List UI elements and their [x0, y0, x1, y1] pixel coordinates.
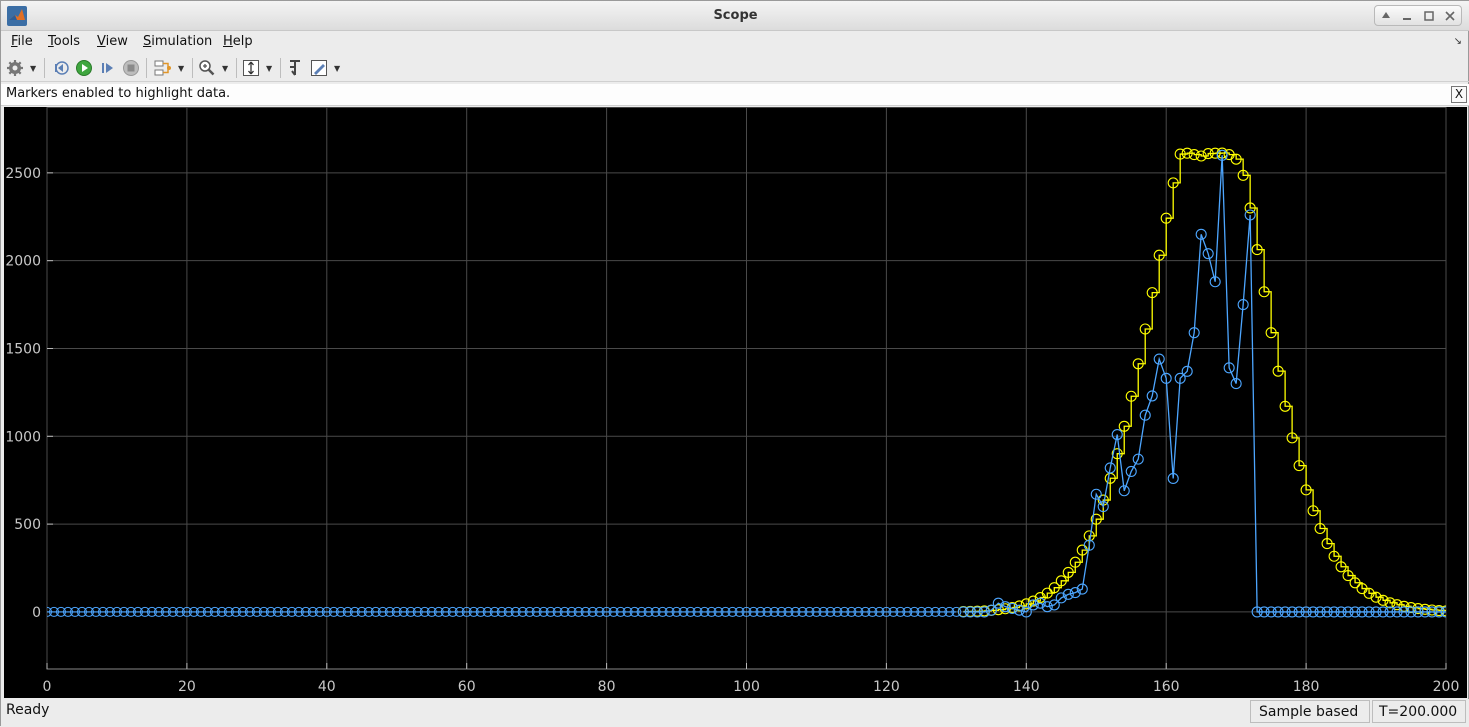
- minimize-button[interactable]: [1398, 8, 1416, 24]
- toolbar-separator: [146, 58, 147, 78]
- status-text: Ready: [6, 702, 50, 718]
- y-tick-label: 0: [32, 605, 41, 621]
- toolbar: ▼ ▼ ▼ ▼ ▼: [1, 54, 1469, 82]
- toolbar-separator: [280, 58, 281, 78]
- highlight-icon: [311, 60, 327, 76]
- scope-window: Scope File Tools View Simulation Help ↘: [0, 0, 1469, 727]
- menu-bar: File Tools View Simulation Help ↘: [1, 32, 1469, 54]
- info-message: Markers enabled to highlight data.: [6, 86, 231, 101]
- toolbar-separator: [44, 58, 45, 78]
- close-button[interactable]: [1441, 8, 1459, 24]
- window-title: Scope: [713, 8, 758, 23]
- x-tick-label: 120: [873, 679, 900, 695]
- maximize-icon: [1424, 10, 1434, 21]
- menu-simulation[interactable]: Simulation: [143, 34, 212, 49]
- keep-above-button[interactable]: [1377, 8, 1395, 24]
- scope-plot[interactable]: 0 500 1000 1500 2000 2500 0 20 40 60 80 100 120 140 1…: [4, 107, 1467, 698]
- status-bar: Ready Sample based T=200.000: [1, 699, 1469, 727]
- step-forward-icon: [102, 63, 113, 73]
- autoscale-dropdown-icon[interactable]: ▼: [266, 64, 272, 73]
- x-tick-label: 40: [318, 679, 336, 695]
- menu-view[interactable]: View: [97, 34, 128, 49]
- maximize-button[interactable]: [1420, 8, 1438, 24]
- info-close-button[interactable]: X: [1451, 86, 1467, 103]
- x-tick-label: 20: [178, 679, 196, 695]
- x-tick-label: 100: [733, 679, 760, 695]
- zoom-dropdown-icon[interactable]: ▼: [222, 64, 228, 73]
- signal-selector-icon: [154, 60, 171, 76]
- y-tick-label: 500: [14, 517, 41, 533]
- legend-icon: [290, 60, 300, 76]
- x-tick-label: 60: [458, 679, 476, 695]
- x-tick-label: 80: [598, 679, 616, 695]
- y-axis: 0 500 1000 1500 2000 2500: [5, 166, 53, 621]
- step-back-icon: [55, 61, 69, 75]
- y-tick-label: 2500: [5, 166, 41, 182]
- stop-icon: [123, 60, 139, 76]
- signal-selector-button[interactable]: [152, 57, 174, 79]
- toolbar-separator: [236, 58, 237, 78]
- close-icon: [1445, 10, 1455, 21]
- x-tick-label: 0: [43, 679, 52, 695]
- x-tick-label: 180: [1293, 679, 1320, 695]
- title-bar[interactable]: Scope: [1, 1, 1469, 31]
- highlight-dropdown-icon[interactable]: ▼: [334, 64, 340, 73]
- menu-file[interactable]: File: [11, 34, 33, 49]
- menu-tools[interactable]: Tools: [48, 34, 80, 49]
- window-controls: [1374, 5, 1462, 26]
- y-tick-label: 1000: [5, 429, 41, 445]
- x-tick-label: 140: [1013, 679, 1040, 695]
- signal-selector-dropdown-icon[interactable]: ▼: [178, 64, 184, 73]
- x-tick-label: 200: [1433, 679, 1460, 695]
- zoom-in-button[interactable]: [196, 57, 218, 79]
- step-forward-button[interactable]: [97, 57, 119, 79]
- info-bar: Markers enabled to highlight data. X: [1, 84, 1469, 106]
- minimize-icon: [1403, 17, 1412, 20]
- configuration-dropdown-icon[interactable]: ▼: [30, 64, 36, 73]
- zoom-in-icon: [199, 60, 215, 76]
- menu-help[interactable]: Help: [223, 34, 253, 49]
- sample-mode-indicator: Sample based: [1250, 700, 1370, 723]
- scope-display[interactable]: 0 500 1000 1500 2000 2500 0 20 40 60 80 100 120 140 1…: [4, 107, 1467, 698]
- gear-icon: [7, 60, 23, 76]
- step-back-button[interactable]: [50, 57, 72, 79]
- collapse-menu-icon[interactable]: ↘: [1454, 36, 1462, 47]
- x-tick-label: 160: [1153, 679, 1180, 695]
- toolbar-separator: [192, 58, 193, 78]
- stop-button[interactable]: [120, 57, 142, 79]
- autoscale-button[interactable]: [240, 57, 262, 79]
- arrow-up-icon: [1381, 11, 1390, 18]
- run-button[interactable]: [73, 57, 95, 79]
- y-tick-label: 2000: [5, 254, 41, 270]
- highlight-button[interactable]: [308, 57, 330, 79]
- autoscale-icon: [243, 60, 259, 76]
- run-icon: [76, 60, 92, 76]
- configuration-button[interactable]: [4, 57, 26, 79]
- y-tick-label: 1500: [5, 341, 41, 357]
- simulation-time: T=200.000: [1372, 700, 1466, 723]
- legend-button[interactable]: [284, 57, 306, 79]
